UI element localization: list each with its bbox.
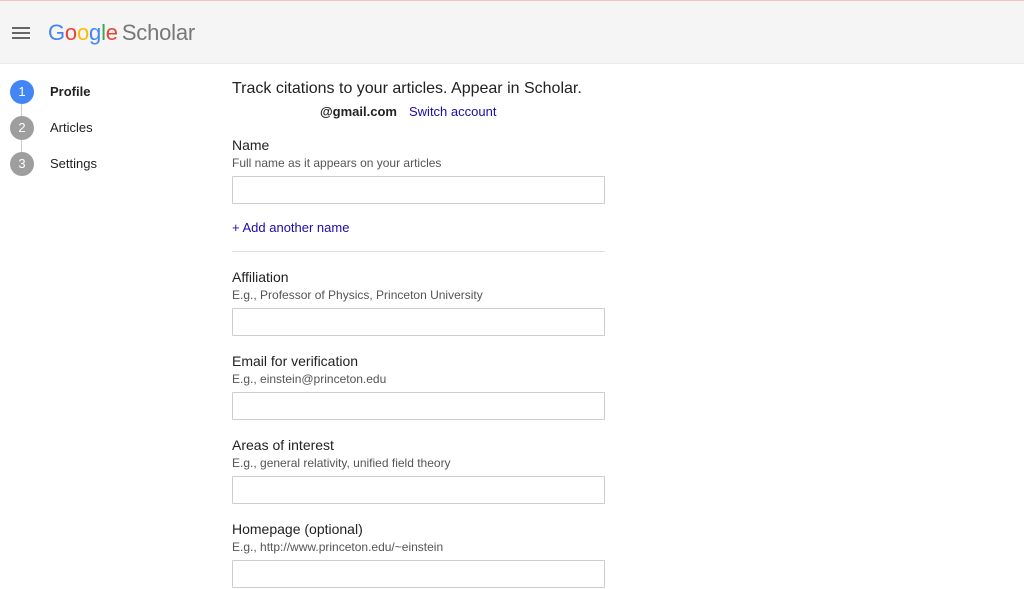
account-email: @gmail.com bbox=[320, 104, 397, 119]
affiliation-input[interactable] bbox=[232, 308, 605, 336]
step-number: 3 bbox=[10, 152, 34, 176]
areas-of-interest-label: Areas of interest bbox=[232, 437, 334, 453]
step-articles[interactable]: 2 Articles bbox=[10, 116, 190, 140]
email-verification-hint: E.g., einstein@princeton.edu bbox=[232, 372, 387, 386]
homepage-label: Homepage (optional) bbox=[232, 521, 363, 537]
logo-letter: e bbox=[105, 20, 118, 45]
areas-of-interest-input[interactable] bbox=[232, 476, 605, 504]
logo-letter: g bbox=[89, 20, 102, 45]
google-scholar-logo[interactable]: Google Scholar bbox=[48, 19, 195, 47]
email-verification-input[interactable] bbox=[232, 392, 605, 420]
add-another-name-link[interactable]: + Add another name bbox=[232, 220, 349, 235]
step-label: Profile bbox=[50, 84, 91, 99]
step-label: Settings bbox=[50, 156, 97, 171]
email-verification-label: Email for verification bbox=[232, 353, 359, 369]
step-connector bbox=[21, 140, 22, 152]
homepage-hint: E.g., http://www.princeton.edu/~einstein bbox=[232, 540, 444, 554]
affiliation-label: Affiliation bbox=[232, 269, 289, 285]
step-profile[interactable]: 1 Profile bbox=[10, 80, 190, 104]
hamburger-menu-icon[interactable] bbox=[10, 23, 32, 43]
name-hint: Full name as it appears on your articles bbox=[232, 156, 442, 170]
step-number: 2 bbox=[10, 116, 34, 140]
top-app-bar: Google Scholar bbox=[0, 0, 1024, 64]
step-label: Articles bbox=[50, 120, 93, 135]
logo-letter: o bbox=[76, 20, 90, 45]
account-row: @gmail.com Switch account bbox=[232, 104, 612, 122]
logo-letter: o bbox=[64, 20, 77, 45]
step-settings[interactable]: 3 Settings bbox=[10, 152, 190, 176]
areas-of-interest-hint: E.g., general relativity, unified field … bbox=[232, 456, 451, 470]
section-divider bbox=[232, 251, 605, 252]
affiliation-hint: E.g., Professor of Physics, Princeton Un… bbox=[232, 288, 483, 302]
homepage-input[interactable] bbox=[232, 560, 605, 588]
name-label: Name bbox=[232, 137, 270, 153]
step-number: 1 bbox=[10, 80, 34, 104]
step-connector bbox=[21, 104, 22, 116]
page-headline: Track citations to your articles. Appear… bbox=[232, 80, 582, 97]
switch-account-link[interactable]: Switch account bbox=[409, 104, 496, 119]
logo-letter: G bbox=[48, 20, 65, 45]
logo-product-name: Scholar bbox=[121, 20, 196, 45]
name-input[interactable] bbox=[232, 176, 605, 204]
